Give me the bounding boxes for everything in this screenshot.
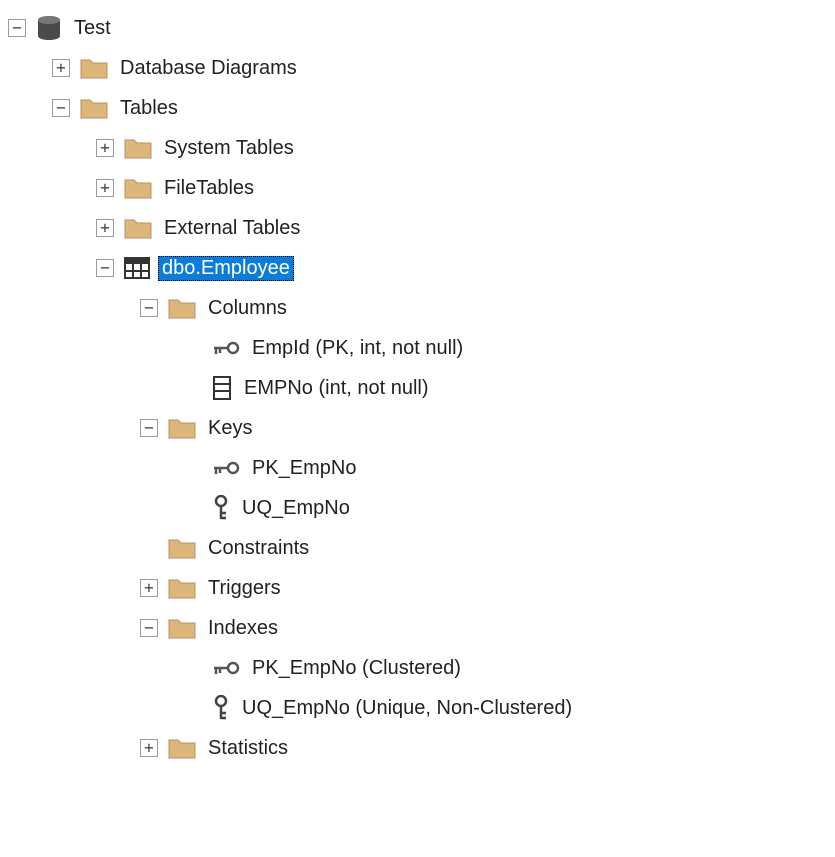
spacer	[184, 659, 202, 677]
folder-icon	[124, 177, 152, 199]
tree-node-indexes[interactable]: − Indexes	[140, 608, 827, 648]
tree-node-column-empid[interactable]: EmpId (PK, int, not null)	[184, 328, 827, 368]
node-label[interactable]: Columns	[204, 296, 291, 321]
node-label[interactable]: Tables	[116, 96, 182, 121]
collapse-icon[interactable]: −	[52, 99, 70, 117]
tree-node-file-tables[interactable]: + FileTables	[96, 168, 827, 208]
expand-icon[interactable]: +	[140, 739, 158, 757]
tree-node-constraints[interactable]: Constraints	[140, 528, 827, 568]
tree-node-table-employee[interactable]: − dbo.Employee	[96, 248, 827, 288]
node-label[interactable]: UQ_EmpNo	[238, 496, 354, 521]
unique-key-icon	[212, 495, 230, 521]
expand-icon[interactable]: +	[96, 219, 114, 237]
node-label[interactable]: PK_EmpNo (Clustered)	[248, 656, 465, 681]
collapse-icon[interactable]: −	[96, 259, 114, 277]
node-label[interactable]: Constraints	[204, 536, 313, 561]
folder-icon	[124, 217, 152, 239]
node-label[interactable]: dbo.Employee	[158, 256, 294, 281]
tree-node-keys[interactable]: − Keys	[140, 408, 827, 448]
spacer	[184, 459, 202, 477]
tree-node-database-diagrams[interactable]: + Database Diagrams	[52, 48, 827, 88]
node-label[interactable]: PK_EmpNo	[248, 456, 361, 481]
folder-icon	[168, 297, 196, 319]
node-label[interactable]: FileTables	[160, 176, 258, 201]
collapse-icon[interactable]: −	[8, 19, 26, 37]
tree-node-tables[interactable]: − Tables	[52, 88, 827, 128]
folder-icon	[168, 737, 196, 759]
folder-icon	[168, 537, 196, 559]
tree-node-statistics[interactable]: + Statistics	[140, 728, 827, 768]
node-label[interactable]: EMPNo (int, not null)	[240, 376, 433, 401]
folder-icon	[168, 617, 196, 639]
node-label[interactable]: Statistics	[204, 736, 292, 761]
folder-icon	[80, 97, 108, 119]
node-label[interactable]: External Tables	[160, 216, 304, 241]
tree-node-database[interactable]: − Test	[8, 8, 827, 48]
expand-icon[interactable]: +	[140, 579, 158, 597]
tree-node-system-tables[interactable]: + System Tables	[96, 128, 827, 168]
tree-node-column-empno[interactable]: EMPNo (int, not null)	[184, 368, 827, 408]
object-explorer-tree: − Test + Database Diagrams − Tables + Sy…	[8, 8, 827, 768]
database-icon	[36, 15, 62, 41]
folder-icon	[168, 417, 196, 439]
node-label[interactable]: Keys	[204, 416, 256, 441]
tree-node-triggers[interactable]: + Triggers	[140, 568, 827, 608]
node-label[interactable]: UQ_EmpNo (Unique, Non-Clustered)	[238, 696, 576, 721]
node-label[interactable]: System Tables	[160, 136, 298, 161]
column-icon	[212, 376, 232, 400]
collapse-icon[interactable]: −	[140, 419, 158, 437]
node-label[interactable]: Triggers	[204, 576, 285, 601]
tree-node-external-tables[interactable]: + External Tables	[96, 208, 827, 248]
folder-icon	[124, 137, 152, 159]
node-label[interactable]: EmpId (PK, int, not null)	[248, 336, 467, 361]
tree-node-index-uq[interactable]: UQ_EmpNo (Unique, Non-Clustered)	[184, 688, 827, 728]
collapse-icon[interactable]: −	[140, 619, 158, 637]
expand-icon[interactable]: +	[96, 179, 114, 197]
folder-icon	[80, 57, 108, 79]
primary-key-icon	[212, 458, 240, 478]
spacer	[184, 699, 202, 717]
spacer	[184, 379, 202, 397]
tree-node-columns[interactable]: − Columns	[140, 288, 827, 328]
expand-icon[interactable]: +	[96, 139, 114, 157]
primary-key-icon	[212, 658, 240, 678]
tree-node-key-uq[interactable]: UQ_EmpNo	[184, 488, 827, 528]
node-label[interactable]: Database Diagrams	[116, 56, 301, 81]
primary-key-icon	[212, 338, 240, 358]
node-label[interactable]: Indexes	[204, 616, 282, 641]
spacer	[184, 499, 202, 517]
table-icon	[124, 257, 150, 279]
tree-node-index-pk[interactable]: PK_EmpNo (Clustered)	[184, 648, 827, 688]
node-label[interactable]: Test	[70, 16, 115, 41]
collapse-icon[interactable]: −	[140, 299, 158, 317]
tree-node-key-pk[interactable]: PK_EmpNo	[184, 448, 827, 488]
expand-icon[interactable]: +	[52, 59, 70, 77]
spacer	[140, 539, 158, 557]
spacer	[184, 339, 202, 357]
unique-key-icon	[212, 695, 230, 721]
folder-icon	[168, 577, 196, 599]
